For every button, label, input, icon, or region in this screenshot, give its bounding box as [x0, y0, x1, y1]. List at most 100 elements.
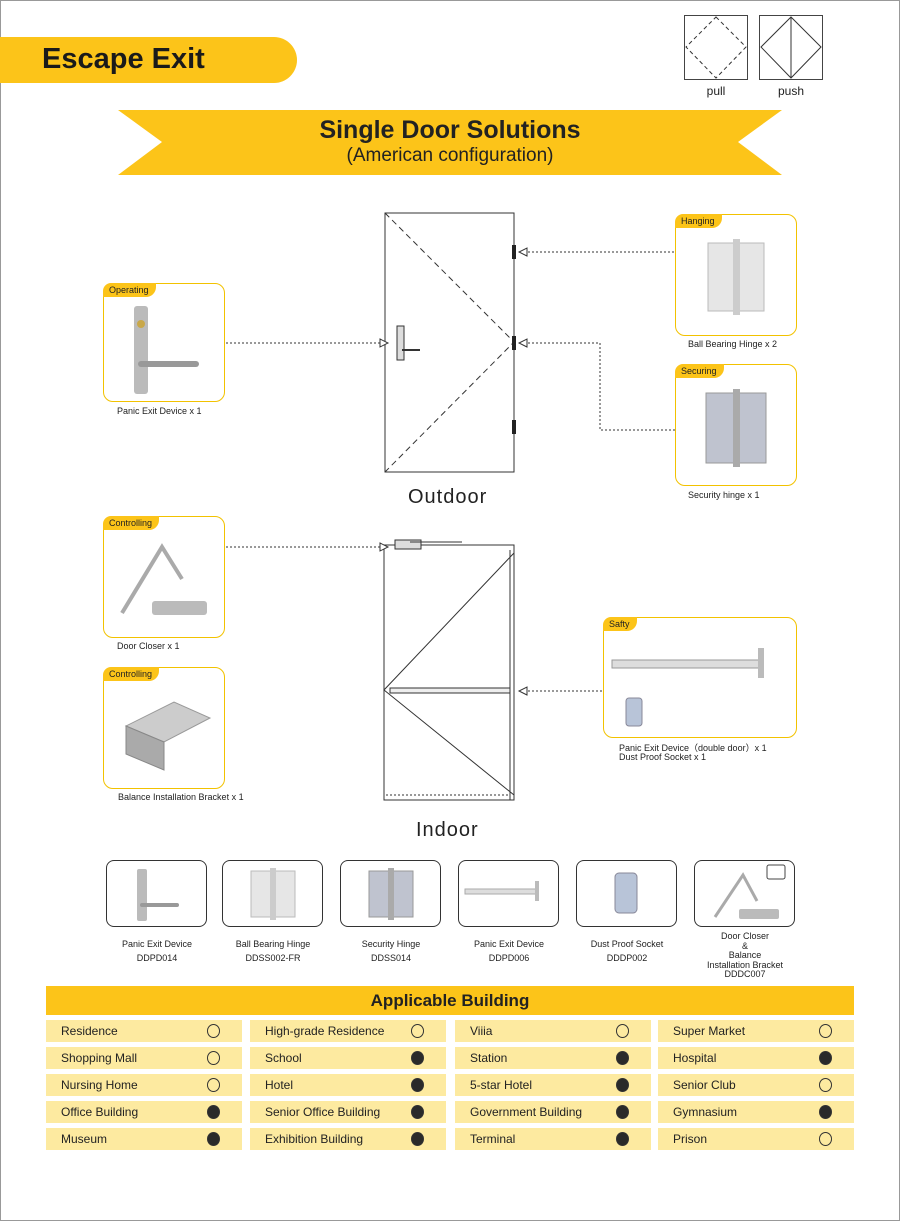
- building-cell: Senior Office Building: [250, 1101, 446, 1123]
- door-closer-icon: [120, 543, 207, 615]
- socket-icon: [614, 872, 638, 914]
- filled-circle-icon: [616, 1051, 629, 1065]
- product-code: DDSS014: [370, 953, 412, 963]
- empty-circle-icon: [819, 1132, 832, 1146]
- door-closer-icon: [713, 864, 786, 919]
- building-name: Exhibition Building: [265, 1132, 364, 1146]
- product-code: DDDC007: [724, 969, 766, 979]
- card-tag: Safty: [603, 617, 637, 631]
- building-cell: Senior Club: [658, 1074, 854, 1096]
- building-name: Government Building: [470, 1105, 583, 1119]
- building-cell: Hospital: [658, 1047, 854, 1069]
- bracket-card: Controlling: [103, 667, 225, 789]
- empty-circle-icon: [207, 1051, 220, 1065]
- empty-circle-icon: [207, 1024, 220, 1038]
- applicable-building-header: Applicable Building: [46, 986, 854, 1015]
- outdoor-label: Outdoor: [408, 486, 488, 508]
- security-hinge-icon: [368, 868, 414, 920]
- empty-circle-icon: [819, 1078, 832, 1092]
- building-cell: Prison: [658, 1128, 854, 1150]
- building-cell: Viiia: [455, 1020, 651, 1042]
- product-code: DDPD006: [488, 953, 530, 963]
- building-name: Terminal: [470, 1132, 516, 1146]
- filled-circle-icon: [616, 1132, 629, 1146]
- securing-caption: Security hinge x 1: [688, 490, 760, 500]
- safety-caption-2: Dust Proof Socket x 1: [619, 752, 707, 762]
- filled-circle-icon: [411, 1132, 424, 1146]
- empty-circle-icon: [616, 1024, 629, 1038]
- building-name: Hospital: [673, 1051, 717, 1065]
- product-2: [340, 860, 441, 927]
- building-cell: Gymnasium: [658, 1101, 854, 1123]
- product-4: [576, 860, 677, 927]
- product-caption: Panic Exit Device DDPD006: [444, 937, 574, 965]
- safety-card: Safty: [603, 617, 797, 738]
- building-name: Nursing Home: [61, 1078, 138, 1092]
- building-cell: Office Building: [46, 1101, 242, 1123]
- product-caption: Dust Proof Socket DDDP002: [562, 937, 692, 965]
- card-tag: Controlling: [103, 667, 160, 681]
- building-cell: Government Building: [455, 1101, 651, 1123]
- product-name: Door Closer & Balance Installation Brack…: [706, 931, 784, 970]
- operating-caption: Panic Exit Device x 1: [117, 406, 202, 416]
- lever-handle-icon: [137, 869, 179, 921]
- product-0: [106, 860, 207, 927]
- indoor-label: Indoor: [416, 819, 479, 841]
- product-code: DDDP002: [606, 953, 648, 963]
- hinge-icon: [250, 868, 296, 920]
- card-tag: Controlling: [103, 516, 160, 530]
- building-cell: Exhibition Building: [250, 1128, 446, 1150]
- building-cell: Super Market: [658, 1020, 854, 1042]
- building-cell: Residence: [46, 1020, 242, 1042]
- building-name: Office Building: [61, 1105, 139, 1119]
- building-name: Super Market: [673, 1024, 746, 1038]
- hinge-icon: [707, 239, 765, 315]
- building-cell: 5-star Hotel: [455, 1074, 651, 1096]
- product-caption: Door Closer & Balance Installation Brack…: [680, 931, 810, 980]
- product-caption: Ball Bearing Hinge DDSS002-FR: [208, 937, 338, 965]
- product-code: DDPD014: [136, 953, 178, 963]
- product-3: [458, 860, 559, 927]
- building-name: Prison: [673, 1132, 708, 1146]
- filled-circle-icon: [207, 1132, 220, 1146]
- hanging-card: Hanging: [675, 214, 797, 336]
- building-name: Station: [470, 1051, 508, 1065]
- filled-circle-icon: [819, 1051, 832, 1065]
- building-name: Senior Office Building: [265, 1105, 381, 1119]
- card-tag: Securing: [675, 364, 724, 378]
- empty-circle-icon: [411, 1024, 424, 1038]
- bracket-caption: Balance Installation Bracket x 1: [118, 792, 244, 802]
- product-name: Security Hinge: [361, 939, 421, 949]
- building-name: High-grade Residence: [265, 1024, 385, 1038]
- building-cell: Nursing Home: [46, 1074, 242, 1096]
- building-name: School: [265, 1051, 302, 1065]
- building-name: Shopping Mall: [61, 1051, 138, 1065]
- building-cell: Hotel: [250, 1074, 446, 1096]
- hanging-caption: Ball Bearing Hinge x 2: [688, 339, 778, 349]
- filled-circle-icon: [411, 1105, 424, 1119]
- filled-circle-icon: [411, 1051, 424, 1065]
- filled-circle-icon: [207, 1105, 220, 1119]
- filled-circle-icon: [616, 1078, 629, 1092]
- filled-circle-icon: [616, 1105, 629, 1119]
- building-cell: Station: [455, 1047, 651, 1069]
- building-cell: Terminal: [455, 1128, 651, 1150]
- product-name: Ball Bearing Hinge: [235, 939, 311, 949]
- closer-caption: Door Closer x 1: [117, 641, 180, 651]
- building-name: Hotel: [265, 1078, 294, 1092]
- building-cell: Shopping Mall: [46, 1047, 242, 1069]
- filled-circle-icon: [411, 1078, 424, 1092]
- product-caption: Security Hinge DDSS014: [326, 937, 456, 965]
- building-name: Museum: [61, 1132, 108, 1146]
- building-name: Gymnasium: [673, 1105, 738, 1119]
- building-cell: High-grade Residence: [250, 1020, 446, 1042]
- card-tag: Hanging: [675, 214, 722, 228]
- lever-handle-icon: [134, 306, 199, 394]
- closer-card: Controlling: [103, 516, 225, 638]
- operating-card: Operating: [103, 283, 225, 402]
- empty-circle-icon: [207, 1078, 220, 1092]
- product-name: Panic Exit Device: [121, 939, 193, 949]
- product-1: [222, 860, 323, 927]
- panic-bar-icon: [611, 648, 764, 727]
- bracket-icon: [124, 701, 212, 771]
